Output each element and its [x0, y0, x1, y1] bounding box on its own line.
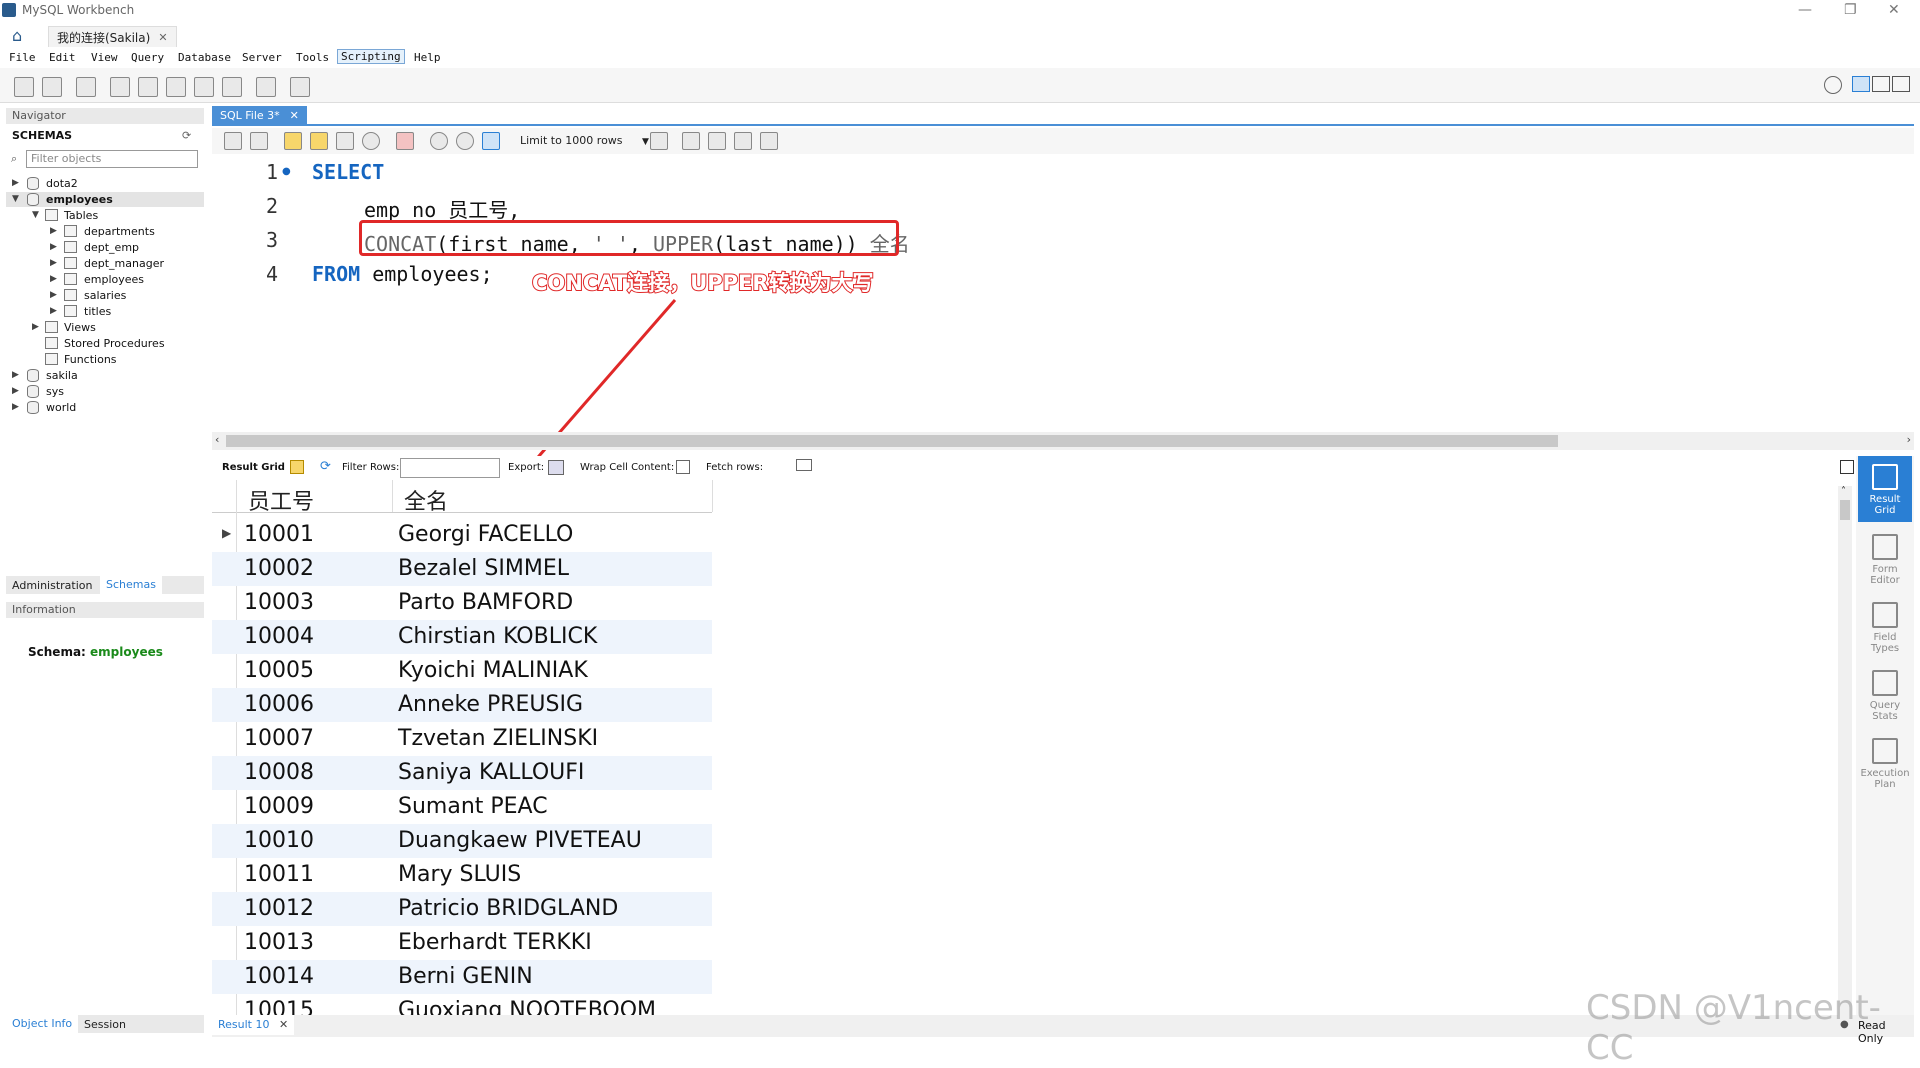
- cell-full-name[interactable]: Guoxiang NOOTEBOOM: [398, 998, 656, 1015]
- query-stats-icon: [1872, 670, 1898, 696]
- export-icon[interactable]: [548, 460, 564, 475]
- scroll-up-icon[interactable]: ˄: [1841, 486, 1846, 497]
- column-header-full-name[interactable]: 全名: [404, 484, 448, 516]
- result-grid-label: Result Grid: [222, 462, 285, 473]
- cell-emp-no[interactable]: 10015: [244, 998, 314, 1015]
- cell-full-name[interactable]: Duangkaew PIVETEAU: [398, 828, 642, 853]
- toggle-panel-icon[interactable]: [1840, 460, 1854, 474]
- table-row[interactable]: 10009 Sumant PEAC: [212, 790, 712, 824]
- cell-full-name[interactable]: Sumant PEAC: [398, 794, 548, 819]
- refresh-icon[interactable]: ⟳: [320, 459, 331, 474]
- result-grid-button[interactable]: Result Grid: [1858, 456, 1912, 522]
- cell-emp-no[interactable]: 10012: [244, 896, 314, 921]
- query-stats-button-label: Query Stats: [1869, 700, 1901, 722]
- table-row[interactable]: 10005 Kyoichi MALINIAK: [212, 654, 712, 688]
- table-row[interactable]: 10014 Berni GENIN: [212, 960, 712, 994]
- table-row[interactable]: 10006 Anneke PREUSIG: [212, 688, 712, 722]
- query-stats-button[interactable]: Query Stats: [1858, 662, 1912, 728]
- wrap-cell-icon[interactable]: [676, 460, 690, 474]
- cell-full-name[interactable]: Mary SLUIS: [398, 862, 521, 887]
- cell-full-name[interactable]: Saniya KALLOUFI: [398, 760, 584, 785]
- cell-full-name[interactable]: Tzvetan ZIELINSKI: [398, 726, 598, 751]
- scroll-left-icon[interactable]: ‹: [215, 433, 219, 446]
- table-row[interactable]: 10015 Guoxiang NOOTEBOOM: [212, 994, 712, 1015]
- table-row[interactable]: 10002 Bezalel SIMMEL: [212, 552, 712, 586]
- cell-emp-no[interactable]: 10008: [244, 760, 314, 785]
- table-row[interactable]: 10008 Saniya KALLOUFI: [212, 756, 712, 790]
- result-vertical-scrollbar[interactable]: ˄: [1838, 486, 1852, 1020]
- filter-rows-label: Filter Rows:: [342, 462, 400, 473]
- scrollbar-thumb[interactable]: [226, 435, 1558, 447]
- scrollbar-thumb[interactable]: [1840, 500, 1850, 520]
- grid-view-icon[interactable]: [290, 460, 304, 474]
- table-row[interactable]: ▶ 10001 Georgi FACELLO: [212, 518, 712, 552]
- cell-full-name[interactable]: Georgi FACELLO: [398, 522, 573, 547]
- current-row-marker-icon: ▶: [222, 526, 232, 540]
- cell-emp-no[interactable]: 10004: [244, 624, 314, 649]
- table-row[interactable]: 10004 Chirstian KOBLICK: [212, 620, 712, 654]
- cell-full-name[interactable]: Anneke PREUSIG: [398, 692, 583, 717]
- cell-emp-no[interactable]: 10013: [244, 930, 314, 955]
- editor-horizontal-scrollbar[interactable]: ‹ ›: [212, 432, 1914, 450]
- cell-full-name[interactable]: Bezalel SIMMEL: [398, 556, 569, 581]
- execution-plan-button-label: Execution Plan: [1860, 768, 1910, 790]
- close-tab-icon[interactable]: ✕: [279, 1018, 288, 1031]
- column-divider: [712, 480, 713, 512]
- export-label: Export:: [508, 462, 545, 473]
- cell-full-name[interactable]: Eberhardt TERKKI: [398, 930, 592, 955]
- table-row[interactable]: 10012 Patricio BRIDGLAND: [212, 892, 712, 926]
- column-divider: [392, 480, 393, 512]
- watermark: CSDN @V1ncent-CC: [1586, 988, 1881, 1068]
- cell-full-name[interactable]: Patricio BRIDGLAND: [398, 896, 618, 921]
- field-types-icon: [1872, 602, 1898, 628]
- cell-emp-no[interactable]: 10014: [244, 964, 314, 989]
- cell-emp-no[interactable]: 10002: [244, 556, 314, 581]
- cell-full-name[interactable]: Berni GENIN: [398, 964, 533, 989]
- filter-rows-input[interactable]: [400, 458, 500, 478]
- form-editor-button-label: Form Editor: [1870, 564, 1900, 586]
- cell-emp-no[interactable]: 10010: [244, 828, 314, 853]
- field-types-button-label: Field Types: [1870, 632, 1900, 654]
- result-side-panel: Result Grid Form Editor Field Types Quer…: [1856, 456, 1914, 1016]
- table-row[interactable]: 10010 Duangkaew PIVETEAU: [212, 824, 712, 858]
- cell-emp-no[interactable]: 10009: [244, 794, 314, 819]
- table-row[interactable]: 10011 Mary SLUIS: [212, 858, 712, 892]
- table-row[interactable]: 10013 Eberhardt TERKKI: [212, 926, 712, 960]
- cell-emp-no[interactable]: 10003: [244, 590, 314, 615]
- result-grid-icon: [1872, 464, 1898, 490]
- wrap-cell-label: Wrap Cell Content:: [580, 462, 675, 473]
- fetch-rows-label: Fetch rows:: [706, 462, 764, 473]
- column-header-emp-no[interactable]: 员工号: [248, 484, 314, 516]
- cell-full-name[interactable]: Parto BAMFORD: [398, 590, 573, 615]
- cell-full-name[interactable]: Chirstian KOBLICK: [398, 624, 597, 649]
- table-row[interactable]: 10007 Tzvetan ZIELINSKI: [212, 722, 712, 756]
- fetch-next-icon[interactable]: [796, 459, 812, 471]
- execution-plan-button[interactable]: Execution Plan: [1858, 730, 1912, 796]
- result-tab-label: Result 10: [218, 1018, 270, 1031]
- execution-plan-icon: [1872, 738, 1898, 764]
- scroll-right-icon[interactable]: ›: [1907, 433, 1911, 446]
- table-row[interactable]: 10003 Parto BAMFORD: [212, 586, 712, 620]
- form-editor-icon: [1872, 534, 1898, 560]
- field-types-button[interactable]: Field Types: [1858, 594, 1912, 660]
- cell-emp-no[interactable]: 10001: [244, 522, 314, 547]
- result-grid-button-label: Result Grid: [1869, 494, 1901, 516]
- result-tab[interactable]: Result 10 ✕: [212, 1015, 295, 1035]
- form-editor-button[interactable]: Form Editor: [1858, 526, 1912, 592]
- cell-emp-no[interactable]: 10011: [244, 862, 314, 887]
- cell-full-name[interactable]: Kyoichi MALINIAK: [398, 658, 588, 683]
- cell-emp-no[interactable]: 10006: [244, 692, 314, 717]
- cell-emp-no[interactable]: 10005: [244, 658, 314, 683]
- cell-emp-no[interactable]: 10007: [244, 726, 314, 751]
